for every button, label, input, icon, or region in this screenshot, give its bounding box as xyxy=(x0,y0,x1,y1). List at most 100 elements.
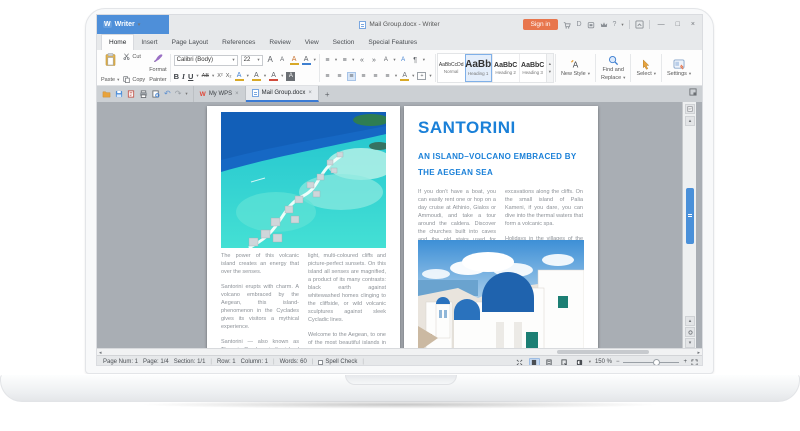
tab-insert[interactable]: Insert xyxy=(134,34,164,50)
vertical-scroll-thumb[interactable] xyxy=(686,188,694,244)
subscript-button[interactable]: X₂ xyxy=(226,73,232,79)
vertical-scrollbar[interactable]: ▴ ▴ ▾ xyxy=(682,102,696,348)
font-size-select[interactable]: 22 ▾ xyxy=(241,55,263,66)
style-normal[interactable]: AaBbCcDd Normal xyxy=(438,54,465,82)
increase-indent-icon[interactable]: » xyxy=(369,57,378,64)
shading-icon[interactable]: A xyxy=(400,72,409,81)
line-spacing-icon[interactable]: ≡ xyxy=(383,73,392,80)
fit-page-icon[interactable] xyxy=(691,359,698,366)
bullets-icon[interactable]: ≡ xyxy=(323,57,332,64)
previous-page-icon[interactable]: ▴ xyxy=(685,316,695,326)
maximize-button[interactable]: □ xyxy=(673,21,683,28)
tab-review[interactable]: Review xyxy=(262,34,297,50)
style-heading-1[interactable]: AaBb Heading 1 xyxy=(465,54,492,82)
redo-icon[interactable]: ↷ xyxy=(175,90,182,98)
ruler-toggle-icon[interactable] xyxy=(685,104,695,114)
show-marks-icon[interactable]: ¶ xyxy=(411,57,420,64)
open-folder-icon[interactable] xyxy=(102,90,111,98)
close-tab-icon[interactable]: × xyxy=(308,90,312,96)
help-icon[interactable]: ? xyxy=(613,21,617,28)
horizontal-scroll-thumb[interactable] xyxy=(557,350,649,354)
copy-button[interactable]: Copy xyxy=(123,76,145,83)
phonetic-guide-button[interactable]: A xyxy=(290,56,299,65)
select-button[interactable]: Select▾ xyxy=(632,52,660,84)
underline-button[interactable]: U xyxy=(188,72,193,81)
style-heading-2[interactable]: AaBbC Heading 2 xyxy=(492,54,519,82)
full-screen-view-icon[interactable] xyxy=(514,358,525,367)
borders-icon[interactable]: + xyxy=(417,72,426,80)
distribute-icon[interactable]: ≡ xyxy=(371,73,380,80)
close-tab-icon[interactable]: × xyxy=(235,91,239,97)
status-words[interactable]: Words: 60 xyxy=(280,359,307,365)
document-page-2[interactable]: SANTORINI AN ISLAND–VOLCANO EMBRACED BY … xyxy=(404,106,598,348)
justify-icon[interactable]: ≡ xyxy=(347,72,356,81)
spell-check-button[interactable]: Spell Check xyxy=(318,359,357,365)
print-icon[interactable] xyxy=(139,90,148,98)
cut-button[interactable]: Cut xyxy=(123,53,145,60)
new-style-button[interactable]: A New Style▾ xyxy=(557,52,594,84)
task-window-icon[interactable] xyxy=(684,86,702,102)
print-preview-icon[interactable] xyxy=(152,90,160,98)
highlight-color-button[interactable]: A xyxy=(235,72,244,81)
tab-home[interactable]: Home xyxy=(101,34,134,50)
zoom-slider[interactable] xyxy=(623,362,679,363)
styles-scroll-down-icon[interactable]: ▾ xyxy=(549,69,551,75)
character-scale-icon[interactable]: A xyxy=(381,57,390,63)
bold-button[interactable]: B xyxy=(174,72,179,81)
select-browse-object-icon[interactable] xyxy=(685,327,695,337)
style-heading-3[interactable]: AaBbC Heading 3 xyxy=(519,54,546,82)
zoom-out-icon[interactable]: − xyxy=(616,359,620,365)
superscript-button[interactable]: X² xyxy=(217,73,223,79)
char-border-button[interactable]: A xyxy=(302,56,311,65)
tab-references[interactable]: References xyxy=(215,34,262,50)
paste-button[interactable]: Paste▾ xyxy=(99,52,121,84)
export-pdf-icon[interactable] xyxy=(127,90,135,98)
close-button[interactable]: × xyxy=(688,21,698,28)
undo-icon[interactable]: ↶ xyxy=(164,90,171,98)
sign-in-button[interactable]: Sign in xyxy=(523,19,559,30)
sort-icon[interactable]: A xyxy=(399,57,408,63)
toolbar-chevron-icon[interactable]: ▾ xyxy=(185,91,187,97)
next-page-icon[interactable]: ▾ xyxy=(685,338,695,348)
help-chevron-icon[interactable]: ▾ xyxy=(621,22,623,28)
save-icon[interactable] xyxy=(115,90,123,98)
tab-my-wps[interactable]: W My WPS × xyxy=(193,86,246,102)
document-canvas[interactable]: The power of this volcanic island create… xyxy=(97,102,702,348)
eye-protection-chevron-icon[interactable]: ▾ xyxy=(589,359,591,365)
tab-section[interactable]: Section xyxy=(326,34,362,50)
scroll-up-icon[interactable]: ▴ xyxy=(685,116,695,126)
shading-color-button[interactable]: A xyxy=(252,72,261,81)
store-icon[interactable] xyxy=(563,21,571,29)
grow-font-button[interactable]: A xyxy=(266,56,275,64)
align-left-icon[interactable]: ≡ xyxy=(323,73,332,80)
writer-menu-button[interactable]: W Writer ▾ xyxy=(97,15,169,34)
santorini-domes-photo[interactable] xyxy=(418,240,584,348)
decrease-indent-icon[interactable]: « xyxy=(357,57,366,64)
align-center-icon[interactable]: ≡ xyxy=(335,73,344,80)
zoom-in-icon[interactable]: + xyxy=(683,359,687,365)
ribbon-options-icon[interactable] xyxy=(635,20,644,29)
print-layout-view-icon[interactable] xyxy=(529,358,540,367)
format-painter-button[interactable]: Format Painter xyxy=(147,52,168,84)
new-tab-button[interactable]: + xyxy=(319,86,336,102)
font-color-button[interactable]: A xyxy=(269,72,278,81)
document-page-1[interactable]: The power of this volcanic island create… xyxy=(207,106,400,348)
tab-page-layout[interactable]: Page Layout xyxy=(165,34,216,50)
font-family-select[interactable]: Calibri (Body) ▾ xyxy=(174,55,238,66)
premium-icon[interactable] xyxy=(587,21,595,29)
docer-templates-icon[interactable]: D xyxy=(576,21,581,28)
tab-special-features[interactable]: Special Features xyxy=(361,34,424,50)
shrink-font-button[interactable]: A xyxy=(278,57,287,63)
maldives-lagoon-photo[interactable] xyxy=(221,112,386,248)
horizontal-scrollbar[interactable]: ◂ ▸ xyxy=(97,348,702,355)
minimize-button[interactable]: — xyxy=(655,21,668,28)
tab-mail-group-docx[interactable]: Mail Group.docx × xyxy=(246,86,319,102)
char-box-button[interactable]: A xyxy=(286,72,295,81)
align-right-icon[interactable]: ≡ xyxy=(359,73,368,80)
zoom-slider-knob[interactable] xyxy=(653,359,660,366)
outline-view-icon[interactable] xyxy=(559,358,570,367)
styles-scroll-up-icon[interactable]: ▴ xyxy=(549,61,551,67)
italic-button[interactable]: I xyxy=(182,72,185,81)
zoom-level-value[interactable]: 150 % xyxy=(595,359,612,365)
vip-crown-icon[interactable] xyxy=(600,21,608,29)
